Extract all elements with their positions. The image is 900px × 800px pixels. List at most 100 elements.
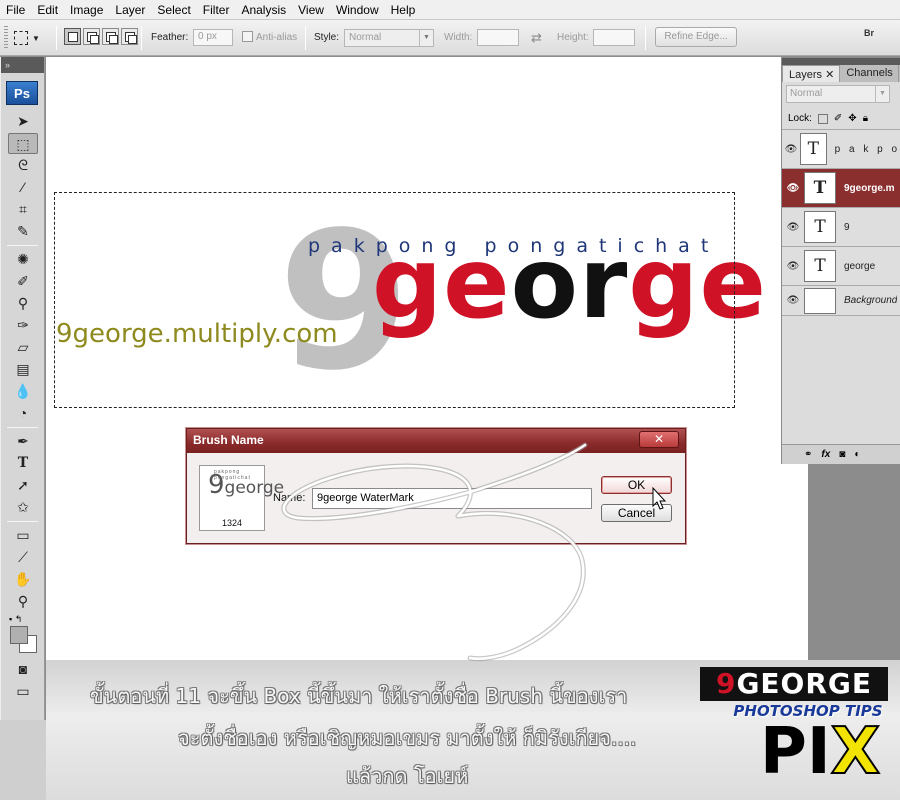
menu-file[interactable]: File [0, 0, 31, 20]
foreground-color-swatch[interactable] [10, 626, 28, 644]
layer-row[interactable]: 👁︎ T george [782, 247, 900, 286]
menu-view[interactable]: View [292, 0, 330, 20]
crop-tool-icon[interactable]: ⌗ [8, 199, 38, 220]
bridge-icon[interactable]: Br [864, 28, 888, 46]
document-canvas[interactable]: 9 pakpong pongatichat george 9george.mul… [46, 57, 808, 667]
swap-dimensions-icon[interactable]: ⇄ [531, 20, 542, 56]
lock-pixels-icon[interactable]: ✐ [834, 113, 842, 124]
toolbox: » Ps ➤ ⬚ ᘓ ⁄ ⌗ ✎ ✺ ✐ ⚲ ✑ ▱ ▤ 💧 ◔ ✒ T ➚ ✩… [0, 57, 45, 720]
eye-icon[interactable]: 👁︎ [782, 261, 804, 272]
layers-panel-footer: ⚭ fx ◙ ◐ [782, 444, 900, 464]
menu-window[interactable]: Window [330, 0, 385, 20]
lasso-tool-icon[interactable]: ᘓ [8, 155, 38, 176]
eye-icon[interactable]: 👁︎ [782, 222, 804, 233]
tool-divider [7, 521, 38, 522]
style-value: Normal [349, 32, 382, 43]
blur-tool-icon[interactable]: 💧 [8, 381, 38, 402]
eyedropper-tool-icon[interactable]: ✎ [8, 221, 38, 242]
path-selection-tool-icon[interactable]: ➚ [8, 475, 38, 496]
brush-name-input[interactable]: 9george WaterMark [312, 488, 592, 509]
tab-channels[interactable]: Channels [840, 65, 899, 82]
layer-name: george [844, 260, 876, 272]
menu-help[interactable]: Help [385, 0, 422, 20]
badge-pix: PIX [760, 715, 881, 789]
menu-analysis[interactable]: Analysis [235, 0, 292, 20]
feather-input[interactable]: 0 px [193, 29, 233, 46]
quick-mask-icon[interactable]: ◙ [8, 659, 38, 680]
layer-thumbnail: T [804, 211, 836, 243]
pen-tool-icon[interactable]: ✒ [8, 431, 38, 452]
menu-filter[interactable]: Filter [197, 0, 236, 20]
panel-tabs: Layers ✕ Channels [782, 65, 900, 82]
hand-tool-icon[interactable]: ✋ [8, 569, 38, 590]
brush-preview: pakpong pongatichat 9george 1324 [199, 465, 284, 531]
history-brush-tool-icon[interactable]: ✑ [8, 315, 38, 336]
layer-name: 9george.m [844, 182, 895, 194]
zoom-tool-icon[interactable]: ⚲ [8, 591, 38, 612]
layer-row[interactable]: 👁︎ T p a k p o n [782, 130, 900, 169]
layer-row[interactable]: 👁︎ Background [782, 286, 900, 316]
spot-healing-tool-icon[interactable]: ✺ [8, 249, 38, 270]
type-tool-icon[interactable]: T [8, 453, 38, 474]
dialog-close-button[interactable]: ✕ [639, 431, 679, 448]
brush-tool-icon[interactable]: ✐ [8, 271, 38, 292]
menu-image[interactable]: Image [64, 0, 109, 20]
layer-row[interactable]: 👁︎ T 9george.m [782, 169, 900, 208]
badge-pi: PI [760, 715, 831, 789]
caption-line-1: ขั้นตอนที่ 11 จะขึ้น Box นี้ขึ้นมา ให้เร… [90, 684, 628, 708]
new-selection-button[interactable] [64, 28, 81, 45]
style-select[interactable]: Normal ▼ [344, 29, 434, 47]
adjustment-layer-icon[interactable]: ◐ [854, 449, 860, 460]
lock-all-icon[interactable]: 🔒︎ [863, 113, 868, 124]
layer-mask-icon[interactable]: ◙ [839, 449, 845, 460]
options-divider [56, 26, 57, 50]
menu-layer[interactable]: Layer [109, 0, 151, 20]
subtract-selection-button[interactable] [102, 28, 119, 45]
toolbox-collapse-icon[interactable]: » [1, 57, 44, 73]
ok-button[interactable]: OK [601, 476, 672, 494]
layer-thumbnail: T [800, 133, 827, 165]
menu-select[interactable]: Select [151, 0, 196, 20]
options-grip[interactable] [4, 26, 8, 50]
clone-stamp-tool-icon[interactable]: ⚲ [8, 293, 38, 314]
eyedropper-icon[interactable]: ⟋ [8, 547, 38, 568]
tab-layers[interactable]: Layers ✕ [782, 65, 841, 82]
layer-name: 9 [844, 221, 850, 233]
dialog-titlebar[interactable]: Brush Name ✕ [187, 429, 685, 453]
menu-edit[interactable]: Edit [31, 0, 64, 20]
width-input[interactable] [477, 29, 519, 46]
refine-edge-button[interactable]: Refine Edge... [655, 27, 737, 47]
quick-selection-tool-icon[interactable]: ⁄ [8, 177, 38, 198]
gradient-tool-icon[interactable]: ▤ [8, 359, 38, 380]
cancel-button[interactable]: Cancel [601, 504, 672, 522]
eye-icon[interactable]: 👁︎ [782, 183, 804, 194]
layer-row[interactable]: 👁︎ T 9 [782, 208, 900, 247]
panel-strip[interactable] [782, 58, 900, 65]
eye-icon[interactable]: 👁︎ [782, 144, 800, 155]
options-bar: ▼ Feather: 0 px Anti-alias Style: Normal… [0, 20, 900, 56]
close-icon[interactable]: ✕ [825, 69, 834, 81]
notes-tool-icon[interactable]: ▭ [8, 525, 38, 546]
height-input[interactable] [593, 29, 635, 46]
link-layers-icon[interactable]: ⚭ [804, 449, 812, 460]
layer-style-icon[interactable]: fx [821, 449, 830, 460]
badge-x: X [830, 715, 881, 789]
color-swatches: ▪ ↰ [1, 614, 44, 658]
blend-mode-select[interactable]: Normal ▼ [786, 85, 890, 103]
dialog-title: Brush Name [193, 433, 264, 447]
tool-preset-picker[interactable]: ▼ [14, 27, 50, 49]
intersect-selection-button[interactable] [121, 28, 138, 45]
move-tool-icon[interactable]: ➤ [8, 111, 38, 132]
rect-marquee-tool-icon[interactable]: ⬚ [8, 133, 38, 154]
screen-mode-icon[interactable]: ▭ [8, 681, 38, 702]
chevron-down-icon: ▼ [32, 33, 40, 43]
shape-tool-icon[interactable]: ✩ [8, 497, 38, 518]
antialias-checkbox[interactable] [242, 31, 253, 42]
dodge-tool-icon[interactable]: ◔ [8, 403, 38, 424]
lock-transparency-icon[interactable] [817, 113, 828, 124]
default-colors-icon[interactable]: ▪ ↰ [9, 614, 22, 625]
eraser-tool-icon[interactable]: ▱ [8, 337, 38, 358]
lock-position-icon[interactable]: ✥ [848, 113, 856, 124]
eye-icon[interactable]: 👁︎ [782, 295, 804, 306]
add-selection-button[interactable] [83, 28, 100, 45]
